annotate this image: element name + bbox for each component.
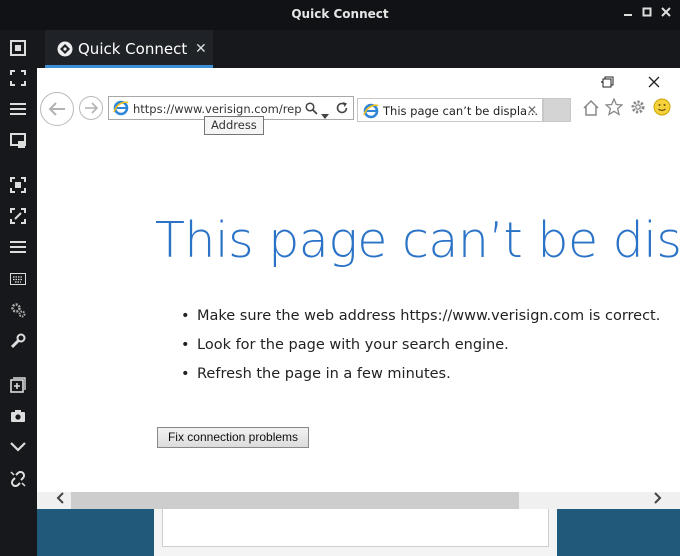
scroll-right-arrow-icon[interactable] — [649, 492, 666, 509]
back-button[interactable] — [40, 92, 74, 126]
browser-window: https://www.verisign.com/repo This page … — [37, 68, 680, 509]
horizontal-scrollbar[interactable] — [37, 492, 680, 509]
address-url[interactable]: https://www.verisign.com/repo — [133, 102, 301, 116]
forward-button[interactable] — [79, 96, 103, 120]
tab-quick-connect[interactable]: Quick Connect ✕ — [45, 30, 213, 68]
fit-screen-2-icon[interactable] — [8, 176, 28, 194]
keyboard-icon[interactable] — [8, 270, 28, 288]
bullet-text: Look for the page with your search engin… — [197, 337, 509, 353]
list-item: • Make sure the web address https://www.v… — [181, 308, 660, 324]
smiley-feedback-icon[interactable] — [653, 98, 671, 121]
restore-icon — [602, 76, 614, 88]
minimize-icon — [624, 14, 632, 16]
address-tooltip: Address — [204, 116, 264, 135]
error-heading: This page can’t be displa — [155, 212, 680, 269]
forward-arrow-icon — [85, 102, 98, 114]
ie-logo-icon — [113, 100, 129, 121]
maximize-icon — [642, 7, 652, 17]
bullet-text: Make sure the web address https://www.ve… — [197, 308, 661, 324]
scroll-left-arrow-icon[interactable] — [51, 492, 68, 509]
window-title: Quick Connect — [291, 7, 389, 21]
chevron-down-icon[interactable] — [8, 438, 28, 456]
left-toolbar — [0, 30, 36, 556]
bullet-text: Refresh the page in a few minutes. — [197, 366, 451, 382]
browser-close-button[interactable] — [645, 76, 663, 90]
fullscreen-icon[interactable] — [8, 69, 28, 87]
dropdown-arrow-icon[interactable] — [321, 106, 329, 124]
camera-icon[interactable] — [8, 407, 28, 425]
browser-tab-close[interactable]: ✕ — [527, 103, 537, 117]
ie-tab-icon — [363, 103, 379, 124]
close-window-button[interactable] — [659, 7, 673, 21]
new-tab-button[interactable] — [543, 98, 571, 122]
favorites-star-icon[interactable] — [604, 97, 624, 121]
bullet-dot: • — [181, 366, 190, 382]
settings-icon[interactable] — [8, 301, 28, 319]
fit-screen-icon[interactable] — [8, 39, 28, 57]
list-item: • Refresh the page in a few minutes. — [181, 366, 451, 382]
bullet-dot: • — [181, 337, 190, 353]
browser-tab[interactable]: This page can’t be displa... ✕ — [357, 98, 543, 122]
list-item: • Look for the page with your search engi… — [181, 337, 509, 353]
add-window-icon[interactable] — [8, 376, 28, 394]
remote-window-content — [162, 509, 549, 547]
wrench-icon[interactable] — [8, 332, 28, 350]
maximize-button[interactable] — [640, 7, 654, 21]
app-title-bar: Quick Connect — [0, 0, 680, 30]
quick-connect-icon — [57, 41, 73, 62]
close-icon — [661, 7, 671, 17]
tab-label: Quick Connect — [78, 40, 188, 58]
bullet-dot: • — [181, 308, 190, 324]
fix-connection-button[interactable]: Fix connection problems — [157, 427, 309, 448]
session-tab-strip: Quick Connect ✕ — [36, 30, 680, 68]
minimize-button[interactable] — [621, 7, 635, 21]
disconnect-link-icon[interactable] — [8, 470, 28, 488]
home-icon[interactable] — [582, 99, 600, 122]
scrollbar-thumb[interactable] — [71, 492, 519, 509]
tools-gear-icon[interactable] — [629, 98, 647, 121]
browser-restore-button[interactable] — [599, 76, 617, 90]
browser-tab-title: This page can’t be displa... — [383, 104, 539, 118]
resize-icon[interactable] — [8, 207, 28, 225]
menu-2-icon[interactable] — [8, 238, 28, 256]
menu-icon[interactable] — [8, 100, 28, 118]
tab-close-button[interactable]: ✕ — [195, 40, 207, 57]
close-icon — [648, 76, 660, 88]
refresh-icon[interactable] — [335, 101, 349, 120]
back-arrow-icon — [48, 102, 65, 116]
search-icon[interactable] — [305, 102, 318, 120]
window-icon[interactable] — [8, 132, 28, 150]
